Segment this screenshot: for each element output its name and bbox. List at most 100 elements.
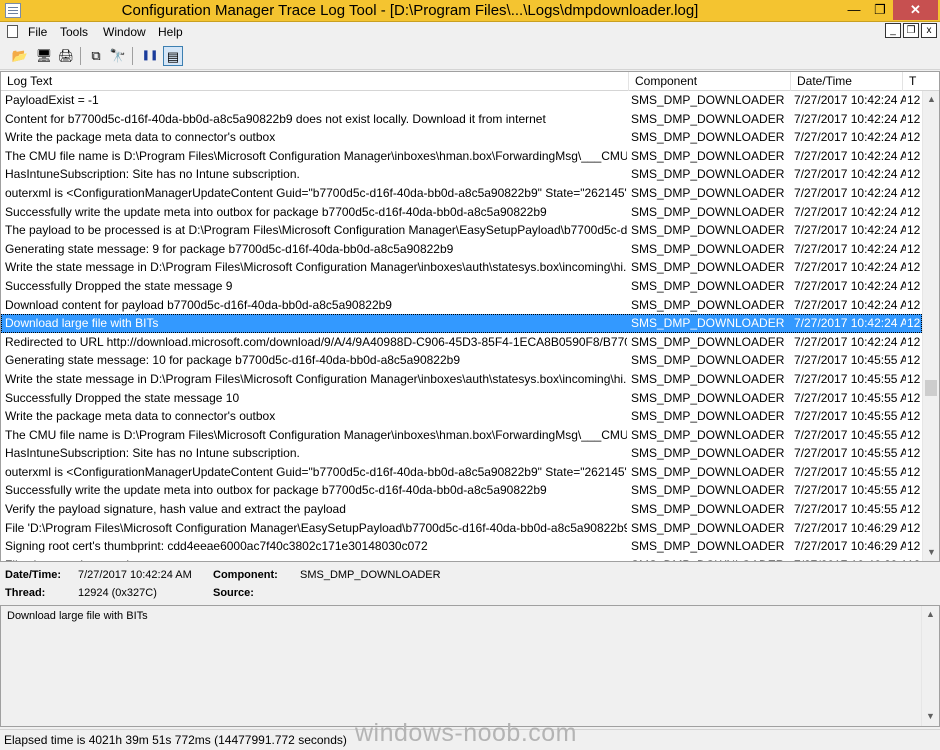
thread-cell: 12!: [907, 167, 921, 182]
message-pane[interactable]: Download large file with BITs ▲ ▼: [0, 605, 940, 727]
log-row[interactable]: Download content for payload b7700d5c-d1…: [1, 296, 922, 315]
mdi-minimize-button[interactable]: _: [885, 23, 901, 38]
component-cell: SMS_DMP_DOWNLOADER: [631, 148, 785, 163]
column-thread[interactable]: T: [903, 72, 939, 91]
log-text-cell: Successfully Dropped the state message 9: [5, 278, 233, 293]
component-cell: SMS_DMP_DOWNLOADER: [631, 111, 785, 126]
log-row[interactable]: outerxml is <ConfigurationManagerUpdateC…: [1, 463, 922, 482]
log-row[interactable]: Successfully Dropped the state message 1…: [1, 389, 922, 408]
menu-window[interactable]: Window: [103, 25, 146, 39]
menu-help[interactable]: Help: [158, 25, 183, 39]
datetime-cell: 7/27/2017 10:45:55 A: [794, 427, 906, 442]
log-row[interactable]: The CMU file name is D:\Program Files\Mi…: [1, 147, 922, 166]
highlight-icon[interactable]: ▤: [163, 46, 183, 66]
log-text-cell: Write the package meta data to connector…: [5, 409, 276, 424]
scroll-up-icon[interactable]: ▲: [923, 91, 939, 108]
log-row[interactable]: outerxml is <ConfigurationManagerUpdateC…: [1, 184, 922, 203]
log-row[interactable]: HasIntuneSubscription: Site has no Intun…: [1, 165, 922, 184]
log-row[interactable]: Successfully write the update meta into …: [1, 203, 922, 222]
pause-icon[interactable]: ❚❚: [140, 46, 160, 66]
thread-cell: 12!: [907, 483, 921, 498]
log-text-cell: Successfully Dropped the state message 1…: [5, 390, 240, 405]
scroll-down-icon[interactable]: ▼: [922, 708, 939, 725]
thread-cell: 12!: [907, 520, 921, 535]
log-row[interactable]: HasIntuneSubscription: Site has no Intun…: [1, 444, 922, 463]
source-label: Source:: [213, 587, 254, 599]
log-row[interactable]: Generating state message: 9 for package …: [1, 240, 922, 259]
thread-cell: 12!: [907, 185, 921, 200]
log-row[interactable]: Verify the payload signature, hash value…: [1, 500, 922, 519]
column-component[interactable]: Component: [629, 72, 791, 91]
thread-cell: 12!: [907, 241, 921, 256]
print-icon[interactable]: 🖨: [56, 46, 76, 66]
log-row[interactable]: Successfully write the update meta into …: [1, 481, 922, 500]
log-row[interactable]: Signing root cert's thumbprint: cdd4eeae…: [1, 537, 922, 556]
component-value: SMS_DMP_DOWNLOADER: [300, 569, 441, 581]
menu-tools[interactable]: Tools: [60, 25, 88, 39]
scrollbar-thumb[interactable]: [925, 380, 937, 396]
log-row[interactable]: File signature is trusted SMS_DMP_DOWNLOA…: [1, 556, 922, 561]
column-log-text[interactable]: Log Text: [1, 72, 629, 91]
log-row[interactable]: The payload to be processed is at D:\Pro…: [1, 221, 922, 240]
log-row[interactable]: Write the package meta data to connector…: [1, 407, 922, 426]
log-row[interactable]: Successfully Dropped the state message 9…: [1, 277, 922, 296]
datetime-cell: 7/27/2017 10:42:24 A: [794, 223, 906, 238]
log-text-cell: Write the package meta data to connector…: [5, 130, 276, 145]
column-date-time[interactable]: Date/Time: [791, 72, 903, 91]
server-icon[interactable]: 🖥: [34, 46, 54, 66]
log-row[interactable]: Write the package meta data to connector…: [1, 128, 922, 147]
find-icon[interactable]: 🔭: [108, 46, 128, 66]
thread-cell: 12!: [907, 297, 921, 312]
menu-file[interactable]: File: [28, 25, 47, 39]
log-row[interactable]: Write the state message in D:\Program Fi…: [1, 258, 922, 277]
thread-label: Thread:: [5, 587, 46, 599]
vertical-scrollbar[interactable]: ▲ ▼: [922, 91, 939, 561]
log-text-cell: PayloadExist = -1: [5, 93, 99, 107]
log-text-cell: The CMU file name is D:\Program Files\Mi…: [5, 427, 627, 442]
log-row[interactable]: Content for b7700d5c-d16f-40da-bb0d-a8c5…: [1, 110, 922, 129]
thread-cell: 12!: [907, 427, 921, 442]
close-button[interactable]: ✕: [893, 0, 938, 20]
mdi-restore-button[interactable]: ❐: [903, 23, 919, 38]
datetime-cell: 7/27/2017 10:46:29 A: [794, 520, 906, 535]
thread-cell: 12!: [907, 260, 921, 275]
minimize-button[interactable]: —: [841, 0, 867, 20]
thread-cell: 12!: [907, 446, 921, 461]
component-cell: SMS_DMP_DOWNLOADER: [631, 130, 785, 145]
mdi-close-button[interactable]: x: [921, 23, 937, 38]
log-text-cell: Content for b7700d5c-d16f-40da-bb0d-a8c5…: [5, 111, 546, 126]
log-row[interactable]: Download large file with BITs SMS_DMP_DOW…: [1, 314, 922, 333]
log-row[interactable]: The CMU file name is D:\Program Files\Mi…: [1, 426, 922, 445]
log-text-cell: HasIntuneSubscription: Site has no Intun…: [5, 446, 300, 461]
log-text-cell: File signature is trusted: [5, 556, 627, 561]
document-icon[interactable]: [7, 25, 18, 38]
component-cell: SMS_DMP_DOWNLOADER: [631, 297, 785, 312]
log-row[interactable]: Generating state message: 10 for package…: [1, 351, 922, 370]
component-cell: SMS_DMP_DOWNLOADER: [631, 334, 785, 349]
log-row[interactable]: PayloadExist = -1 SMS_DMP_DOWNLOADER 7/27/…: [1, 91, 922, 110]
log-grid[interactable]: Log Text Component Date/Time T PayloadEx…: [0, 71, 940, 562]
datetime-cell: 7/27/2017 10:42:24 A: [794, 278, 906, 293]
log-text-cell: File 'D:\Program Files\Microsoft Configu…: [5, 520, 627, 535]
thread-cell: 12!: [907, 316, 921, 331]
log-row[interactable]: Redirected to URL http://download.micros…: [1, 333, 922, 352]
log-row[interactable]: File 'D:\Program Files\Microsoft Configu…: [1, 519, 922, 538]
open-folder-icon[interactable]: 📂: [10, 46, 30, 66]
menu-bar: File Tools Window Help: [0, 22, 940, 42]
title-bar: Configuration Manager Trace Log Tool - […: [0, 0, 940, 22]
maximize-button[interactable]: ❐: [867, 0, 893, 20]
thread-value: 12924 (0x327C): [78, 587, 157, 599]
thread-cell: 12!: [907, 502, 921, 517]
scroll-down-icon[interactable]: ▼: [923, 544, 939, 561]
component-cell: SMS_DMP_DOWNLOADER: [631, 556, 791, 561]
datetime-cell: 7/27/2017 10:42:24 A: [794, 316, 906, 331]
thread-cell: 12!: [907, 371, 921, 386]
details-pane: Date/Time: 7/27/2017 10:42:24 AM Compone…: [0, 563, 940, 605]
copy-icon[interactable]: ⧉: [86, 46, 106, 66]
log-text-cell: Generating state message: 9 for package …: [5, 241, 454, 256]
datetime-cell: 7/27/2017 10:45:55 A: [794, 502, 906, 517]
message-scrollbar[interactable]: ▲ ▼: [921, 606, 939, 726]
scroll-up-icon[interactable]: ▲: [922, 606, 939, 623]
log-row[interactable]: Write the state message in D:\Program Fi…: [1, 370, 922, 389]
thread-cell: 12!: [907, 204, 921, 219]
